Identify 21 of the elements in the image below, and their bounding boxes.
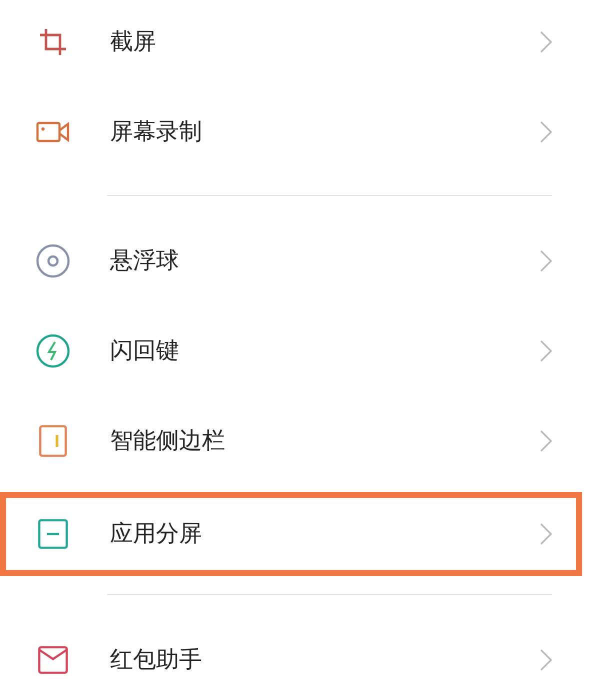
sidebar-icon bbox=[39, 425, 67, 457]
target-icon bbox=[36, 244, 70, 278]
settings-item[interactable]: 应用分屏 bbox=[0, 492, 582, 576]
chevron-icon bbox=[540, 340, 552, 362]
chevron-icon bbox=[540, 523, 552, 545]
crop-icon bbox=[38, 27, 68, 57]
chevron-icon bbox=[540, 121, 552, 143]
lightning-icon bbox=[36, 334, 70, 368]
settings-item[interactable]: 红包助手 bbox=[0, 615, 582, 679]
chevron-icon bbox=[540, 31, 552, 53]
chevron-icon bbox=[540, 430, 552, 452]
chevron-icon bbox=[540, 250, 552, 272]
settings-item[interactable]: 截屏 bbox=[0, 0, 582, 87]
envelope-icon bbox=[38, 646, 68, 674]
settings-item[interactable]: 悬浮球 bbox=[0, 216, 582, 306]
settings-item[interactable]: 闪回键 bbox=[0, 306, 582, 396]
video-camera-icon bbox=[36, 121, 70, 143]
settings-item[interactable]: 屏幕录制 bbox=[0, 87, 582, 177]
split-screen-icon bbox=[38, 519, 68, 549]
chevron-icon bbox=[540, 649, 552, 671]
settings-item[interactable]: 智能侧边栏 bbox=[0, 396, 582, 486]
